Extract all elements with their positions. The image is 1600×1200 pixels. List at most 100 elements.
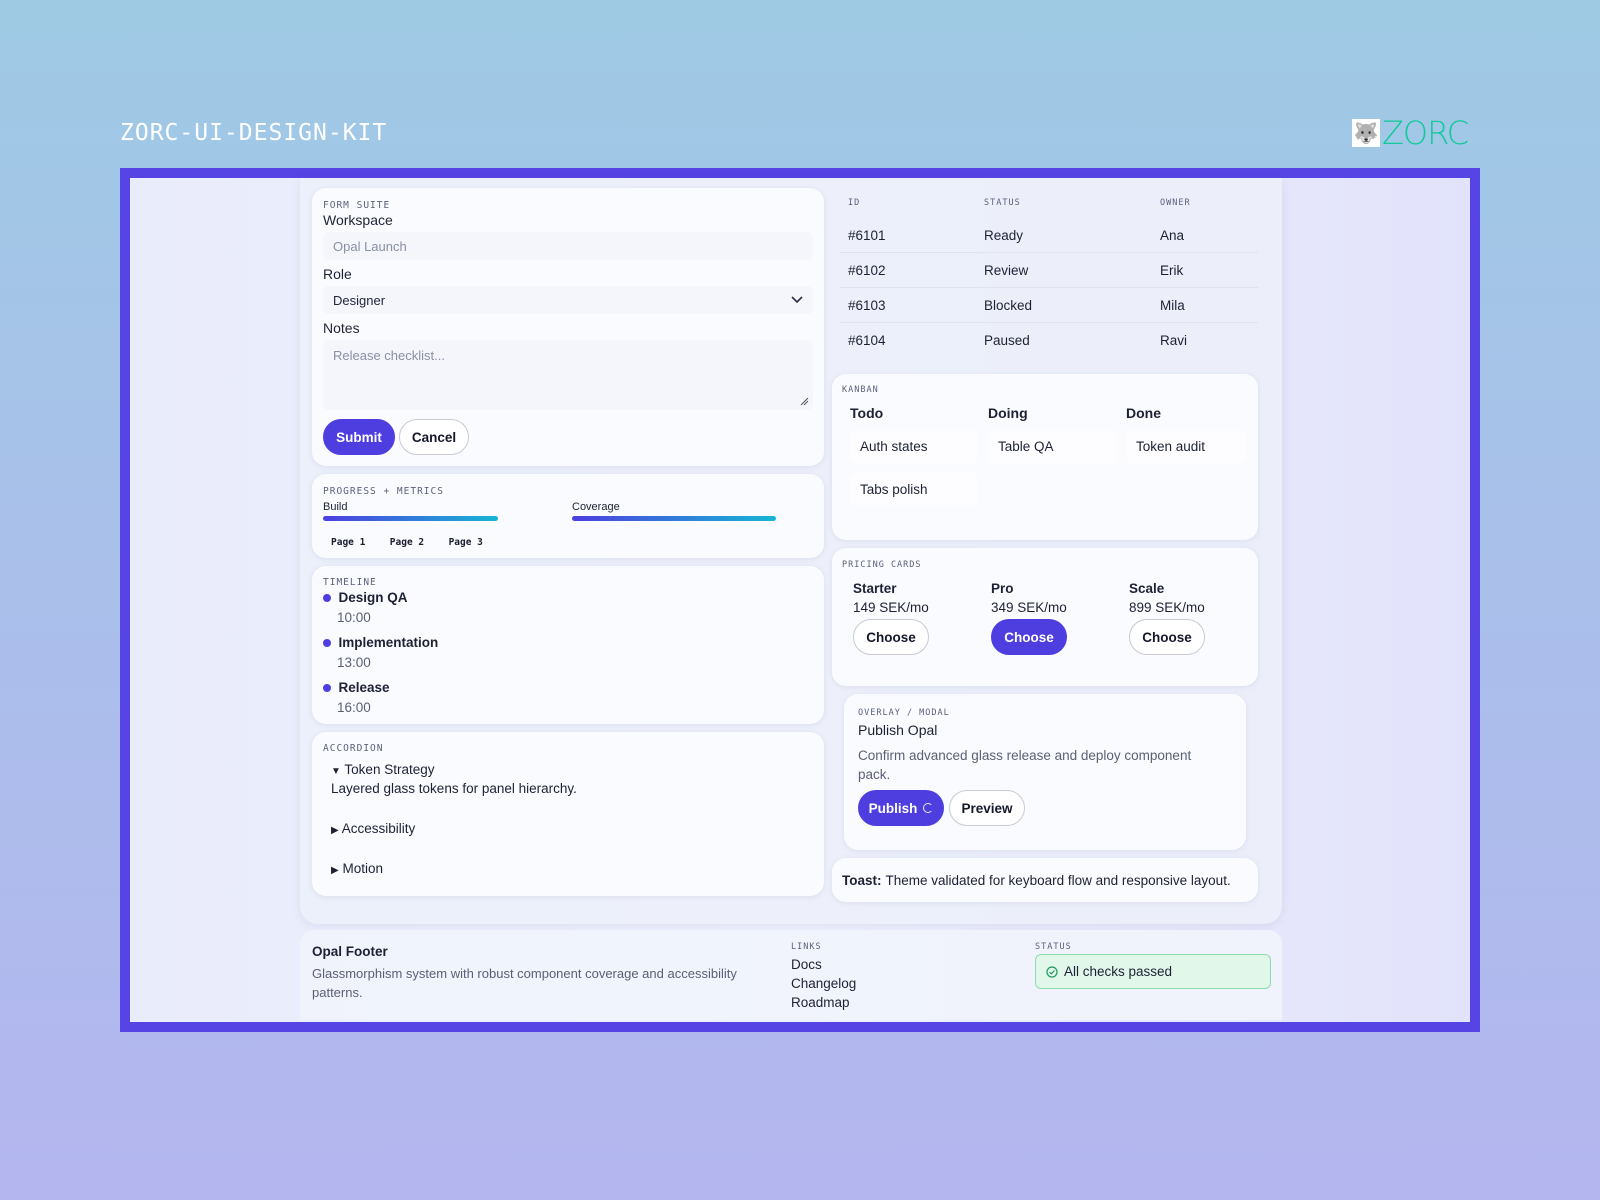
footer-description: Glassmorphism system with robust compone… [312, 966, 737, 1000]
resize-handle-icon[interactable] [800, 397, 809, 406]
table-cell-id: #6103 [848, 297, 886, 313]
choose-pro-button[interactable]: Choose [991, 619, 1067, 655]
timeline-title: Release [338, 680, 390, 695]
publish-button[interactable]: Publish [858, 790, 944, 826]
table-header-id: ID [848, 198, 861, 208]
form-eyebrow: FORM SUITE [323, 200, 391, 211]
table-cell-id: #6104 [848, 333, 886, 348]
page-2-button[interactable]: Page 2 [390, 537, 424, 548]
timeline-item: Release 16:00 [323, 679, 390, 715]
toast: Toast: Theme validated for keyboard flow… [832, 858, 1258, 902]
form-card: FORM SUITE Workspace Opal Launch Role De… [312, 188, 824, 466]
chevron-down-icon [791, 296, 803, 304]
table-cell-id: #6102 [848, 262, 886, 278]
timeline-time: 16:00 [337, 700, 371, 715]
plan-price: 899 SEK/mo [1129, 600, 1205, 615]
role-selected-value: Designer [333, 292, 386, 308]
plan-price: 349 SEK/mo [991, 600, 1067, 615]
accordion-item-motion[interactable]: ▶ Motion [331, 861, 383, 876]
timeline-item: Design QA 10:00 [323, 589, 407, 625]
preview-button[interactable]: Preview [949, 790, 1025, 826]
timeline-title: Implementation [338, 635, 439, 650]
timeline-item: Implementation 13:00 [323, 634, 438, 670]
kit-title: ZORC-UI-DESIGN-KIT [120, 120, 388, 146]
table-cell-owner: Erik [1160, 262, 1184, 278]
table-row[interactable]: #6101 Ready Ana [840, 218, 1258, 253]
kanban-card-item[interactable]: Tabs polish [850, 472, 978, 507]
kanban-column-title: Todo [850, 405, 884, 421]
build-progress: Build [323, 501, 553, 521]
status-badge: All checks passed [1035, 954, 1271, 989]
data-table: ID STATUS OWNER #6101 Ready Ana #6102 Re… [840, 188, 1258, 358]
workspace-placeholder: Opal Launch [333, 238, 407, 254]
timeline-dot [323, 684, 331, 692]
progress-eyebrow: PROGRESS + METRICS [323, 486, 444, 497]
accordion-item-title: Motion [342, 861, 383, 876]
footer-links-eyebrow: LINKS [791, 942, 822, 952]
kanban-card-item[interactable]: Table QA [988, 429, 1116, 464]
table-cell-status: Review [984, 262, 1029, 278]
status-text: All checks passed [1064, 964, 1173, 979]
kanban-column-doing: Doing Table QA [988, 405, 1116, 464]
footer-link-roadmap[interactable]: Roadmap [791, 993, 856, 1012]
timeline-title: Design QA [338, 590, 408, 605]
accordion-open-body: Layered glass tokens for panel hierarchy… [331, 781, 577, 796]
table-cell-owner: Mila [1160, 297, 1185, 313]
preview-frame: FORM SUITE Workspace Opal Launch Role De… [120, 168, 1480, 1032]
notes-label: Notes [323, 320, 360, 336]
accordion-item-open[interactable]: ▼ Token Strategy [331, 762, 434, 777]
table-row[interactable]: #6103 Blocked Mila [840, 288, 1258, 323]
kanban-column-title: Doing [988, 405, 1028, 421]
table-cell-id: #6101 [848, 227, 886, 243]
table-cell-status: Paused [984, 333, 1030, 348]
coverage-progress-fill [572, 516, 777, 521]
workspace-input[interactable]: Opal Launch [323, 232, 813, 260]
table-cell-status: Ready [984, 227, 1024, 243]
check-circle-icon [1046, 965, 1058, 978]
submit-button[interactable]: Submit [323, 419, 395, 455]
kanban-column-todo: Todo Auth states Tabs polish [850, 405, 978, 507]
kanban-card-item[interactable]: Auth states [850, 429, 978, 464]
page-3-button[interactable]: Page 3 [449, 537, 483, 548]
workspace-label: Workspace [323, 212, 393, 228]
accordion-eyebrow: ACCORDION [323, 743, 384, 754]
kanban-column-title: Done [1126, 405, 1161, 421]
build-progress-fill [323, 516, 498, 521]
footer-status-eyebrow: STATUS [1035, 942, 1072, 952]
modal-eyebrow: OVERLAY / MODAL [858, 708, 950, 718]
app-shell: FORM SUITE Workspace Opal Launch Role De… [300, 178, 1282, 924]
kanban-card: KANBAN Todo Auth states Tabs polish Doin… [832, 374, 1258, 540]
caret-down-icon: ▼ [331, 766, 341, 777]
kanban-card-item[interactable]: Token audit [1126, 429, 1246, 464]
notes-textarea[interactable]: Release checklist... [323, 340, 813, 410]
build-progress-label: Build [323, 501, 348, 513]
accordion-item-title: Accessibility [341, 821, 416, 836]
timeline-time: 13:00 [337, 655, 371, 670]
footer-link-changelog[interactable]: Changelog [791, 974, 856, 993]
cancel-button[interactable]: Cancel [399, 419, 469, 455]
caret-right-icon: ▶ [331, 865, 339, 876]
choose-scale-button[interactable]: Choose [1129, 619, 1205, 655]
plan-name: Scale [1129, 581, 1165, 596]
table-cell-owner: Ravi [1160, 333, 1188, 348]
toast-label: Toast: [842, 872, 882, 888]
page-1-button[interactable]: Page 1 [331, 537, 365, 548]
accordion-card: ACCORDION ▼ Token Strategy Layered glass… [312, 732, 824, 896]
footer-link-docs[interactable]: Docs [791, 955, 856, 974]
choose-starter-button[interactable]: Choose [853, 619, 929, 655]
coverage-progress-label: Coverage [572, 501, 620, 513]
role-label: Role [323, 266, 352, 282]
pricing-plan-pro: Pro 349 SEK/mo Choose [991, 581, 1119, 655]
modal-dialog: OVERLAY / MODAL Publish Opal Confirm adv… [844, 694, 1246, 850]
accordion-item-accessibility[interactable]: ▶ Accessibility [331, 821, 415, 836]
table-cell-owner: Ana [1160, 227, 1185, 243]
kanban-column-done: Done Token audit [1126, 405, 1246, 464]
table-row[interactable]: #6104 Paused Ravi [840, 323, 1258, 358]
timeline-time: 10:00 [337, 610, 371, 625]
footer-links: Docs Changelog Roadmap [791, 955, 856, 1012]
role-select[interactable]: Designer [323, 286, 813, 314]
table-header-owner: OWNER [1160, 198, 1191, 208]
progress-card: PROGRESS + METRICS Build Coverage Page 1… [312, 474, 824, 558]
table-row[interactable]: #6102 Review Erik [840, 253, 1258, 288]
pricing-plan-scale: Scale 899 SEK/mo Choose [1129, 581, 1249, 655]
